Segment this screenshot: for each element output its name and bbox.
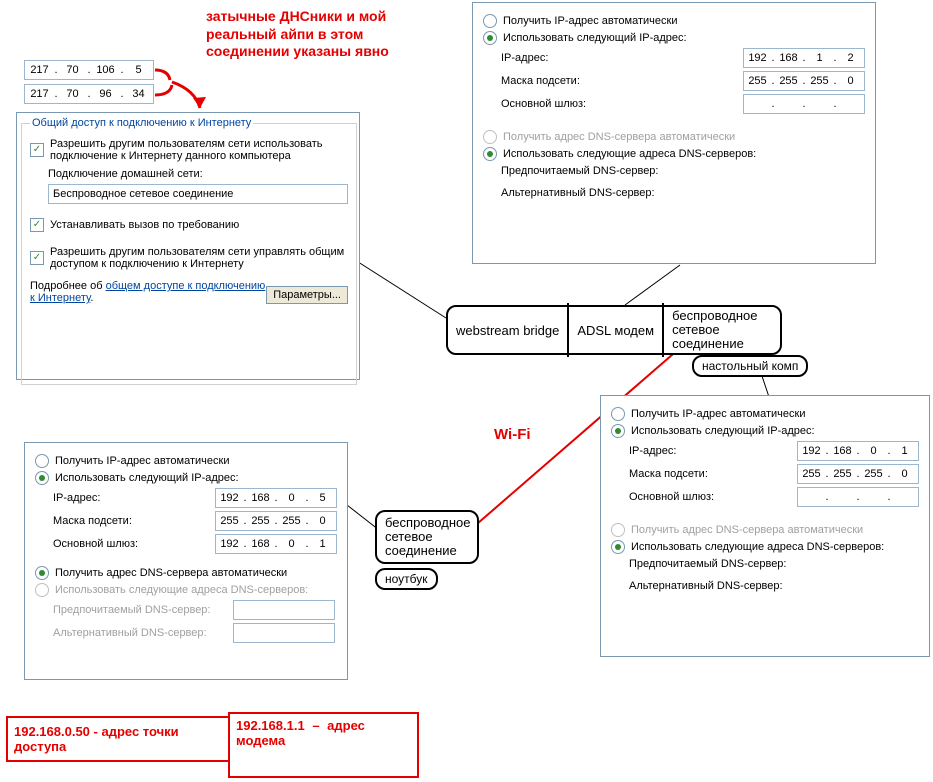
gateway-field[interactable]: 192.168.0.1 (215, 534, 337, 554)
radio-dns-manual[interactable] (611, 540, 625, 554)
label-dns-alt: Альтернативный DNS-сервер: (53, 627, 233, 639)
modem-note: 192.168.1.1 – адрес модема (228, 712, 419, 778)
gateway-field[interactable]: ... (797, 487, 919, 507)
laptop-device: беспроводное сетевое соединение (375, 510, 479, 564)
label-allow-control: Разрешить другим пользователям сети упра… (50, 246, 348, 270)
label-ip-auto: Получить IP-адрес автоматически (55, 455, 337, 467)
label-dns-pref: Предпочитаемый DNS-сервер: (53, 604, 233, 616)
annotation-dns-note: затычные ДНСники и мой реальный айпи в э… (206, 8, 396, 61)
radio-dns-auto (483, 130, 497, 144)
device-wlan-laptop: беспроводное сетевое соединение (377, 508, 478, 566)
ics-legend: Общий доступ к подключению к Интернету (30, 117, 253, 129)
label-ip-address: IP-адрес: (501, 52, 743, 64)
label-dns-auto: Получить адрес DNS-сервера автоматически (631, 524, 919, 536)
label-ip-manual: Использовать следующий IP-адрес: (55, 472, 337, 484)
laptop-tag: ноутбук (375, 568, 438, 590)
label-subnet-mask: Маска подсети: (501, 75, 743, 87)
label-dns-manual: Использовать следующие адреса DNS-сервер… (503, 148, 865, 160)
checkbox-allow-share[interactable] (30, 143, 44, 157)
radio-dns-auto[interactable] (35, 566, 49, 580)
ip-address-field[interactable]: 192.168.0.1 (797, 441, 919, 461)
device-adsl-modem: ADSL модем (569, 303, 664, 357)
device-wlan: беспроводное сетевое соединение (664, 303, 780, 357)
label-home-connection: Подключение домашней сети: (48, 168, 348, 180)
radio-ip-manual[interactable] (35, 471, 49, 485)
ip-address-field[interactable]: 192.168.0.5 (215, 488, 337, 508)
ics-more-prefix: Подробнее об (30, 280, 106, 292)
label-allow-share: Разрешить другим пользователям сети испо… (50, 138, 348, 162)
ics-panel: Общий доступ к подключению к Интернету Р… (16, 112, 360, 380)
label-dns-auto: Получить адрес DNS-сервера автоматически (55, 567, 337, 579)
ip-address-field[interactable]: 192.168.1.2 (743, 48, 865, 68)
label-gateway: Основной шлюз: (629, 491, 797, 503)
label-dns-pref: Предпочитаемый DNS-сервер: (501, 165, 865, 177)
label-ip-auto: Получить IP-адрес автоматически (631, 408, 919, 420)
checkbox-allow-control[interactable] (30, 251, 44, 265)
wifi-label: Wi-Fi (494, 426, 531, 445)
checkbox-dial-on-demand[interactable] (30, 218, 44, 232)
label-subnet-mask: Маска подсети: (53, 515, 215, 527)
device-webstream-bridge: webstream bridge (448, 303, 569, 357)
radio-ip-auto[interactable] (35, 454, 49, 468)
dns-plug-2: 217. 70. 96. 34 (24, 84, 154, 104)
desktop-devices: webstream bridge ADSL модем беспроводное… (446, 305, 782, 355)
label-ip-manual: Использовать следующий IP-адрес: (503, 32, 865, 44)
radio-dns-manual (35, 583, 49, 597)
subnet-mask-field[interactable]: 255.255.255.0 (743, 71, 865, 91)
radio-dns-manual[interactable] (483, 147, 497, 161)
label-dial-on-demand: Устанавливать вызов по требованию (50, 219, 348, 231)
label-gateway: Основной шлюз: (53, 538, 215, 550)
label-dns-alt: Альтернативный DNS-сервер: (501, 187, 865, 199)
label-gateway: Основной шлюз: (501, 98, 743, 110)
access-point-note: 192.168.0.50 - адрес точки доступа (6, 716, 230, 762)
radio-ip-auto[interactable] (611, 407, 625, 421)
label-dns-auto: Получить адрес DNS-сервера автоматически (503, 131, 865, 143)
label-dns-alt: Альтернативный DNS-сервер: (629, 580, 919, 592)
dns-plug-1: 217. 70. 106. 5 (24, 60, 154, 80)
subnet-mask-field[interactable]: 255.255.255.0 (797, 464, 919, 484)
label-dns-pref: Предпочитаемый DNS-сервер: (629, 558, 919, 570)
radio-ip-manual[interactable] (611, 424, 625, 438)
label-dns-manual: Использовать следующие адреса DNS-сервер… (631, 541, 919, 553)
dns-alt-field (233, 623, 335, 643)
label-ip-address: IP-адрес: (53, 492, 215, 504)
ip-panel-desktop-adsl: Получить IP-адрес автоматически Использо… (472, 2, 876, 264)
label-ip-auto: Получить IP-адрес автоматически (503, 15, 865, 27)
dns-pref-field (233, 600, 335, 620)
ip-panel-laptop: Получить IP-адрес автоматически Использо… (24, 442, 348, 680)
radio-dns-auto (611, 523, 625, 537)
subnet-mask-field[interactable]: 255.255.255.0 (215, 511, 337, 531)
radio-ip-manual[interactable] (483, 31, 497, 45)
home-connection-field[interactable]: Беспроводное сетевое соединение (48, 184, 348, 204)
label-ip-address: IP-адрес: (629, 445, 797, 457)
radio-ip-auto[interactable] (483, 14, 497, 28)
label-dns-manual: Использовать следующие адреса DNS-сервер… (55, 584, 337, 596)
desktop-tag: настольный комп (692, 355, 808, 377)
ip-panel-desktop-wlan: Получить IP-адрес автоматически Использо… (600, 395, 930, 657)
label-subnet-mask: Маска подсети: (629, 468, 797, 480)
gateway-field[interactable]: ... (743, 94, 865, 114)
ics-params-button[interactable]: Параметры... (266, 286, 348, 304)
label-ip-manual: Использовать следующий IP-адрес: (631, 425, 919, 437)
